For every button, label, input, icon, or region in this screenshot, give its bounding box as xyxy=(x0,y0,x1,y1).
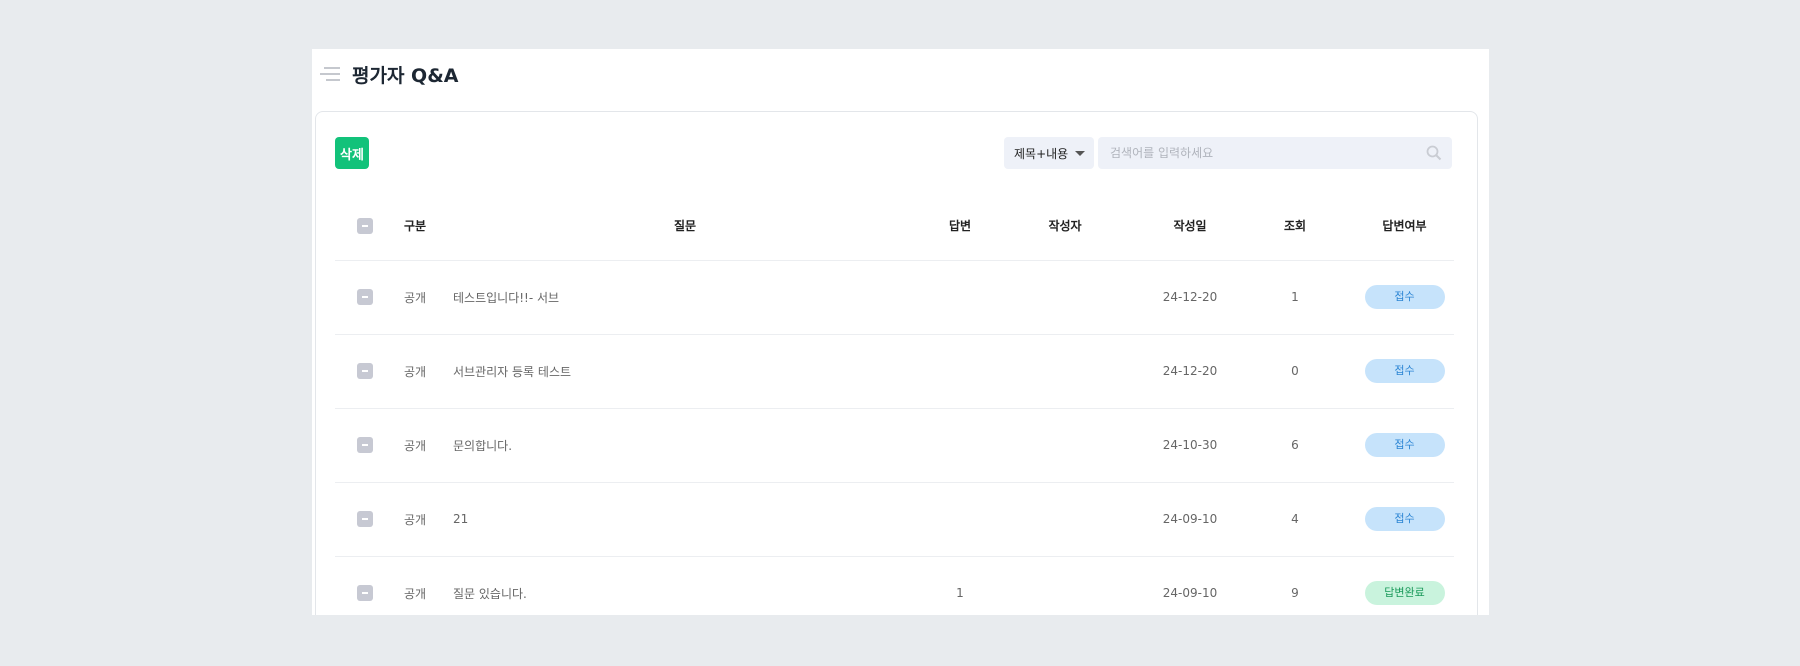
qa-table: 구분 질문 답변 작성자 작성일 조회 답변여부 공개 테스트입니다!!- 서브… xyxy=(335,192,1454,615)
row-status-cell: 접수 xyxy=(1355,334,1454,409)
row-question-link[interactable]: 서브관리자 등록 테스트 xyxy=(435,334,935,409)
row-date: 24-12-20 xyxy=(1145,260,1235,335)
search-box xyxy=(1098,137,1452,169)
select-all-checkbox[interactable] xyxy=(357,217,373,234)
col-status: 답변여부 xyxy=(1355,192,1454,261)
row-author xyxy=(985,334,1145,409)
row-checkbox[interactable] xyxy=(357,511,373,527)
row-status-cell: 접수 xyxy=(1355,482,1454,557)
row-question-link[interactable]: 21 xyxy=(435,482,935,557)
row-type: 공개 xyxy=(395,556,435,615)
status-badge: 접수 xyxy=(1364,359,1445,383)
table-row[interactable]: 공개 문의합니다. 24-10-30 6 접수 xyxy=(335,408,1454,483)
row-views: 6 xyxy=(1235,408,1355,483)
table-row[interactable]: 공개 서브관리자 등록 테스트 24-12-20 0 접수 xyxy=(335,334,1454,409)
col-views: 조회 xyxy=(1235,192,1355,261)
status-badge: 접수 xyxy=(1364,285,1445,309)
status-badge: 답변완료 xyxy=(1364,581,1445,605)
main-panel: 평가자 Q&A 삭제 제목+내용 구분 질문 답변 작성자 작성일 조회 답변여… xyxy=(312,49,1489,615)
row-question-link[interactable]: 질문 있습니다. xyxy=(435,556,935,615)
row-type: 공개 xyxy=(395,482,435,557)
col-date: 작성일 xyxy=(1145,192,1235,261)
delete-button[interactable]: 삭제 xyxy=(335,137,369,169)
caret-down-icon xyxy=(1075,150,1086,156)
status-badge: 접수 xyxy=(1364,433,1445,457)
row-author xyxy=(985,408,1145,483)
row-type: 공개 xyxy=(395,260,435,335)
row-checkbox[interactable] xyxy=(357,585,373,601)
col-type: 구분 xyxy=(395,192,435,261)
row-status-cell: 접수 xyxy=(1355,260,1454,335)
row-question-link[interactable]: 테스트입니다!!- 서브 xyxy=(435,260,935,335)
row-views: 4 xyxy=(1235,482,1355,557)
row-answers xyxy=(935,260,985,335)
search-scope-select[interactable]: 제목+내용 xyxy=(1004,137,1094,169)
row-answers: 1 xyxy=(935,556,985,615)
row-views: 9 xyxy=(1235,556,1355,615)
menu-icon[interactable] xyxy=(320,67,340,81)
row-author xyxy=(985,260,1145,335)
row-checkbox[interactable] xyxy=(357,363,373,379)
table-row[interactable]: 공개 21 24-09-10 4 접수 xyxy=(335,482,1454,557)
row-select-cell xyxy=(335,334,395,409)
col-answers: 답변 xyxy=(935,192,985,261)
search-input[interactable] xyxy=(1098,137,1452,169)
row-select-cell xyxy=(335,482,395,557)
row-answers xyxy=(935,408,985,483)
row-status-cell: 접수 xyxy=(1355,408,1454,483)
row-checkbox[interactable] xyxy=(357,289,373,305)
table-row[interactable]: 공개 테스트입니다!!- 서브 24-12-20 1 접수 xyxy=(335,260,1454,335)
row-select-cell xyxy=(335,408,395,483)
row-date: 24-09-10 xyxy=(1145,556,1235,615)
row-type: 공개 xyxy=(395,408,435,483)
row-question-link[interactable]: 문의합니다. xyxy=(435,408,935,483)
page-title: 평가자 Q&A xyxy=(352,64,459,87)
row-views: 0 xyxy=(1235,334,1355,409)
qa-card: 삭제 제목+내용 구분 질문 답변 작성자 작성일 조회 답변여부 공개 테스트… xyxy=(315,111,1478,615)
row-author xyxy=(985,556,1145,615)
row-views: 1 xyxy=(1235,260,1355,335)
row-author xyxy=(985,482,1145,557)
table-row[interactable]: 공개 질문 있습니다. 1 24-09-10 9 답변완료 xyxy=(335,556,1454,615)
select-all-cell xyxy=(335,192,395,261)
row-select-cell xyxy=(335,260,395,335)
search-scope-value: 제목+내용 xyxy=(1014,146,1069,161)
row-checkbox[interactable] xyxy=(357,437,373,453)
row-date: 24-09-10 xyxy=(1145,482,1235,557)
page-header: 평가자 Q&A xyxy=(320,59,458,89)
row-answers xyxy=(935,334,985,409)
row-date: 24-10-30 xyxy=(1145,408,1235,483)
table-header: 구분 질문 답변 작성자 작성일 조회 답변여부 xyxy=(335,192,1454,261)
col-question: 질문 xyxy=(435,192,935,261)
status-badge: 접수 xyxy=(1364,507,1445,531)
search-icon[interactable] xyxy=(1426,145,1442,161)
row-type: 공개 xyxy=(395,334,435,409)
row-status-cell: 답변완료 xyxy=(1355,556,1454,615)
row-date: 24-12-20 xyxy=(1145,334,1235,409)
row-select-cell xyxy=(335,556,395,615)
col-author: 작성자 xyxy=(985,192,1145,261)
row-answers xyxy=(935,482,985,557)
